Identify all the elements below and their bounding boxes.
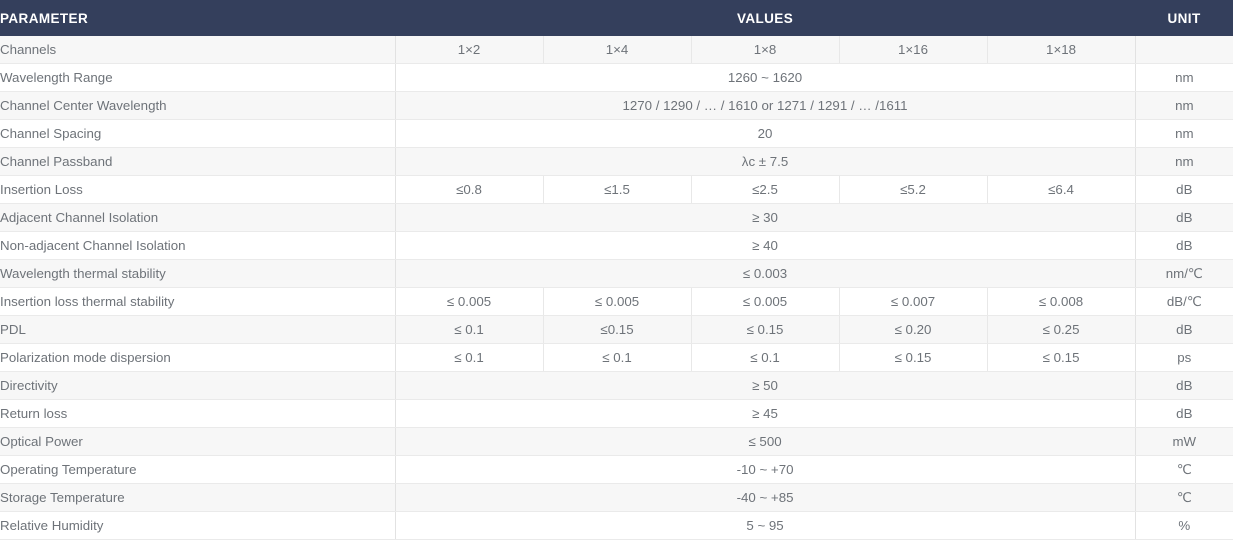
parameter-cell: Return loss (0, 399, 396, 428)
value-cell: ≤5.2 (839, 175, 988, 204)
table-row: Channel Passband λc ± 7.5 nm (0, 147, 1233, 176)
table-row: Storage Temperature -40 ~ +85 ℃ (0, 483, 1233, 512)
parameter-cell: Adjacent Channel Isolation (0, 203, 396, 232)
unit-cell: % (1135, 511, 1233, 540)
value-cell: ≤ 0.005 (543, 287, 692, 316)
value-cell: ≤ 0.1 (543, 343, 692, 372)
value-cell: 1×18 (987, 36, 1136, 64)
parameter-cell: Wavelength thermal stability (0, 259, 396, 288)
table-row: Non-adjacent Channel Isolation ≥ 40 dB (0, 231, 1233, 260)
value-cell-merged: λc ± 7.5 (395, 147, 1136, 176)
unit-cell: mW (1135, 427, 1233, 456)
value-cell: ≤1.5 (543, 175, 692, 204)
unit-cell: dB (1135, 371, 1233, 400)
parameter-cell: Optical Power (0, 427, 396, 456)
value-cell: ≤ 0.15 (987, 343, 1136, 372)
table-row: Operating Temperature -10 ~ +70 ℃ (0, 455, 1233, 484)
table-row: Adjacent Channel Isolation ≥ 30 dB (0, 203, 1233, 232)
table-row: Wavelength thermal stability ≤ 0.003 nm/℃ (0, 259, 1233, 288)
value-cell: ≤ 0.15 (839, 343, 988, 372)
table-row: Channel Center Wavelength 1270 / 1290 / …… (0, 91, 1233, 120)
parameter-cell: PDL (0, 315, 396, 344)
parameter-cell: Channel Passband (0, 147, 396, 176)
table-row: Relative Humidity 5 ~ 95% (0, 511, 1233, 540)
value-cell: 1×2 (395, 36, 544, 64)
value-cell: ≤ 0.005 (395, 287, 544, 316)
value-cell: ≤0.8 (395, 175, 544, 204)
table-row: PDL ≤ 0.1 ≤0.15 ≤ 0.15 ≤ 0.20 ≤ 0.25 dB (0, 315, 1233, 344)
table-row: Optical Power ≤ 500 mW (0, 427, 1233, 456)
parameter-cell: Storage Temperature (0, 483, 396, 512)
value-cell-merged: ≥ 30 (395, 203, 1136, 232)
value-cell: 1×16 (839, 36, 988, 64)
table-header: PARAMETER VALUES UNIT (0, 0, 1233, 36)
unit-cell: dB (1135, 231, 1233, 260)
parameter-cell: Channel Spacing (0, 119, 396, 148)
value-cell-merged: 20 (395, 119, 1136, 148)
unit-cell: dB (1135, 175, 1233, 204)
unit-cell: ℃ (1135, 483, 1233, 512)
value-cell: ≤ 0.20 (839, 315, 988, 344)
value-cell: ≤0.15 (543, 315, 692, 344)
value-cell: ≤6.4 (987, 175, 1136, 204)
parameter-cell: Insertion Loss (0, 175, 396, 204)
parameter-cell: Polarization mode dispersion (0, 343, 396, 372)
unit-cell: ps (1135, 343, 1233, 372)
value-cell-merged: 1260 ~ 1620 (395, 63, 1136, 92)
value-cell: ≤ 0.15 (691, 315, 840, 344)
header-unit: UNIT (1135, 0, 1233, 36)
unit-cell: nm (1135, 119, 1233, 148)
parameter-cell: Insertion loss thermal stability (0, 287, 396, 316)
value-cell: ≤ 0.1 (691, 343, 840, 372)
value-cell: ≤2.5 (691, 175, 840, 204)
value-cell-merged: ≥ 40 (395, 231, 1136, 260)
table-row: Return loss ≥ 45 dB (0, 399, 1233, 428)
header-row: PARAMETER VALUES UNIT (0, 0, 1233, 36)
header-parameter: PARAMETER (0, 0, 395, 36)
unit-cell: nm/℃ (1135, 259, 1233, 288)
parameter-cell: Operating Temperature (0, 455, 396, 484)
table-row: Insertion loss thermal stability ≤ 0.005 ≤… (0, 287, 1233, 316)
table-row: Insertion Loss ≤0.8 ≤1.5 ≤2.5 ≤5.2 ≤6.4 dB (0, 175, 1233, 204)
table-row: Channel Spacing 20 nm (0, 119, 1233, 148)
unit-cell: dB (1135, 315, 1233, 344)
value-cell-merged: ≤ 500 (395, 427, 1136, 456)
table-row: Wavelength Range 1260 ~ 1620 nm (0, 63, 1233, 92)
unit-cell: ℃ (1135, 455, 1233, 484)
unit-cell: dB/℃ (1135, 287, 1233, 316)
value-cell: ≤ 0.1 (395, 343, 544, 372)
value-cell: ≤ 0.007 (839, 287, 988, 316)
unit-cell: nm (1135, 63, 1233, 92)
value-cell: ≤ 0.008 (987, 287, 1136, 316)
unit-cell: nm (1135, 91, 1233, 120)
value-cell: 1×8 (691, 36, 840, 64)
unit-cell: dB (1135, 203, 1233, 232)
value-cell: ≤ 0.005 (691, 287, 840, 316)
parameter-cell: Channel Center Wavelength (0, 91, 396, 120)
table-row: Polarization mode dispersion ≤ 0.1 ≤ 0.1 ≤ … (0, 343, 1233, 372)
value-cell-merged: ≤ 0.003 (395, 259, 1136, 288)
value-cell-merged: ≥ 45 (395, 399, 1136, 428)
header-values: VALUES (395, 0, 1136, 36)
parameter-cell: Channels (0, 36, 396, 64)
value-cell-merged: 1270 / 1290 / … / 1610 or 1271 / 1291 / … (395, 91, 1136, 120)
value-cell: ≤ 0.1 (395, 315, 544, 344)
table-row: Directivity ≥ 50 dB (0, 371, 1233, 400)
parameter-cell: Wavelength Range (0, 63, 396, 92)
unit-cell (1135, 36, 1233, 64)
value-cell-merged: -40 ~ +85 (395, 483, 1136, 512)
parameter-cell: Relative Humidity (0, 511, 396, 540)
value-cell-merged: ≥ 50 (395, 371, 1136, 400)
table-body: Channels 1×2 1×4 1×8 1×16 1×18 Wavelength Rang… (0, 36, 1233, 540)
table-row: Channels 1×2 1×4 1×8 1×16 1×18 (0, 36, 1233, 64)
value-cell: 1×4 (543, 36, 692, 64)
value-cell-merged: -10 ~ +70 (395, 455, 1136, 484)
unit-cell: nm (1135, 147, 1233, 176)
parameter-cell: Non-adjacent Channel Isolation (0, 231, 396, 260)
value-cell: ≤ 0.25 (987, 315, 1136, 344)
parameter-cell: Directivity (0, 371, 396, 400)
specification-table: PARAMETER VALUES UNIT Channels 1×2 1×4 1×8 1… (0, 0, 1233, 540)
value-cell-merged: 5 ~ 95 (395, 511, 1136, 540)
unit-cell: dB (1135, 399, 1233, 428)
